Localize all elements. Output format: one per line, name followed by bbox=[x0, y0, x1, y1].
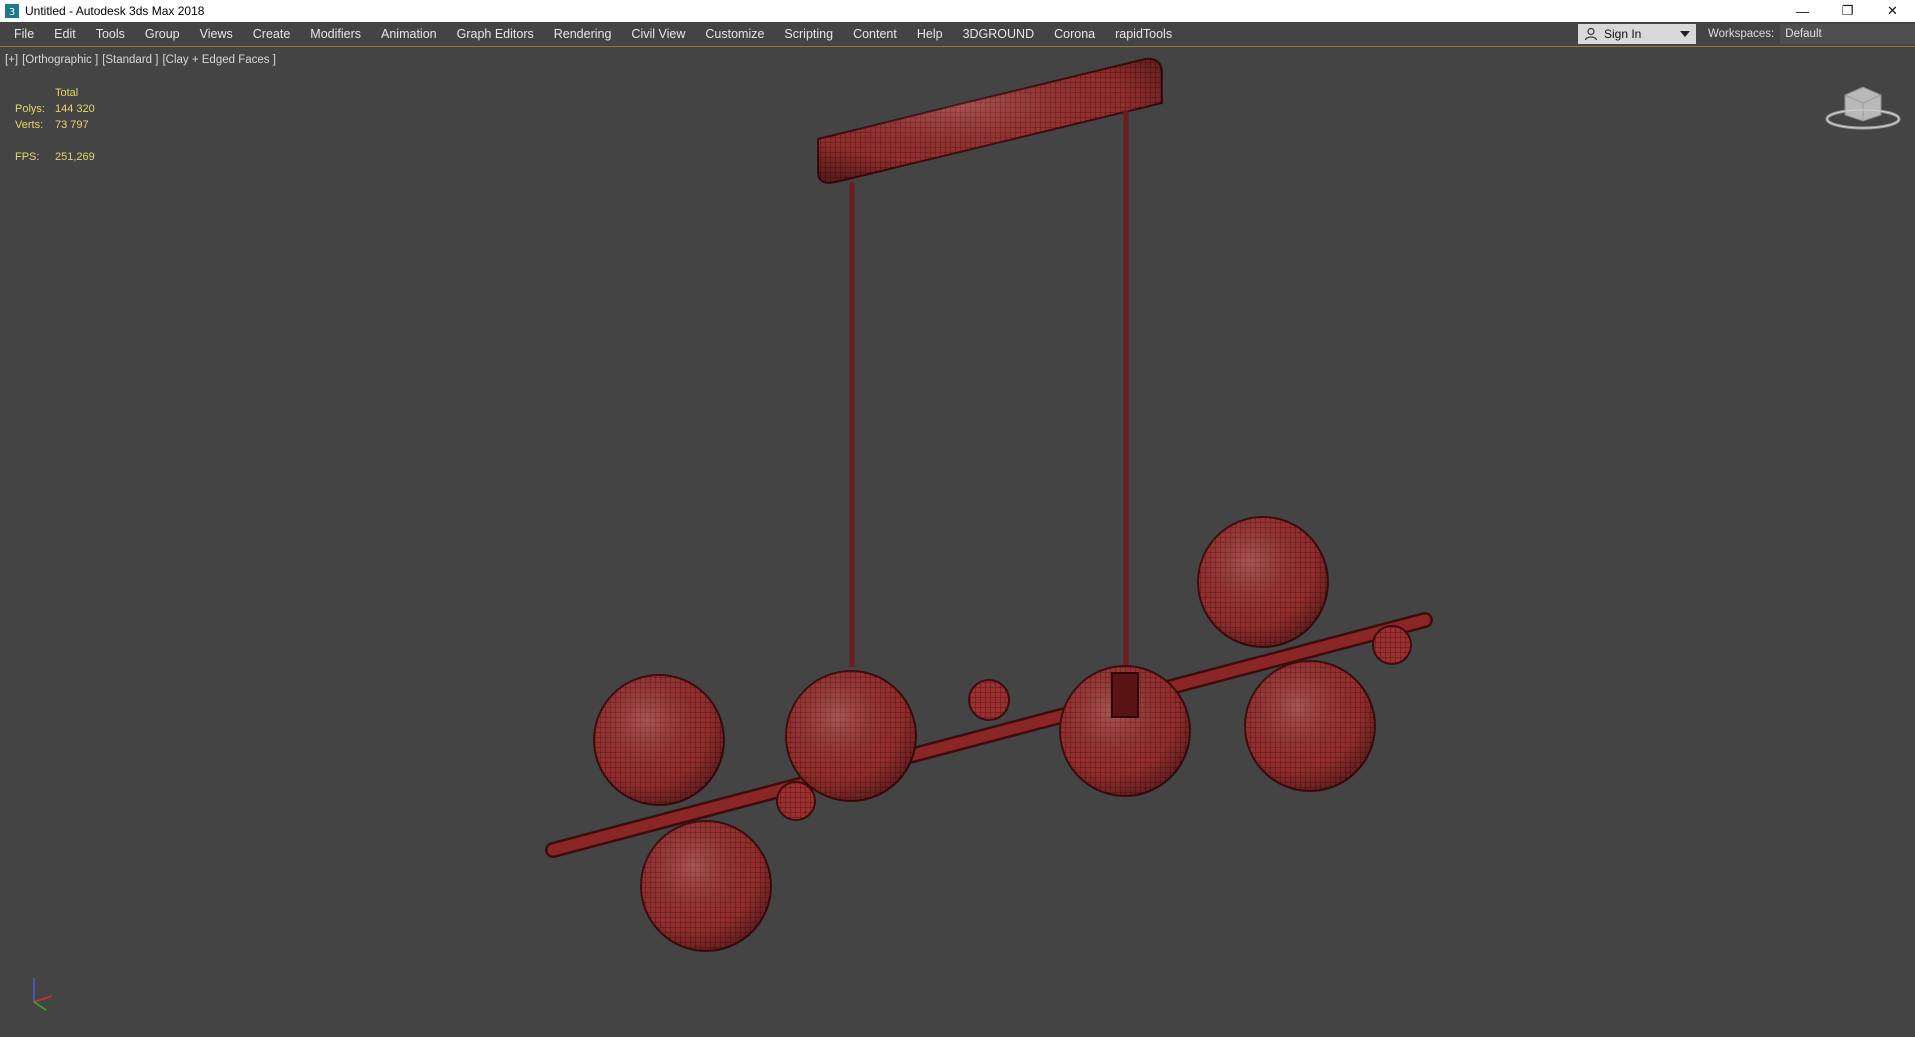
menu-views[interactable]: Views bbox=[192, 22, 245, 46]
polys-label: Polys: bbox=[15, 103, 45, 115]
glass-globe bbox=[593, 674, 725, 806]
viewport-shading-standard[interactable]: [Standard ] bbox=[102, 54, 158, 66]
viewport-menu-plus[interactable]: [+] bbox=[5, 54, 18, 66]
chevron-down-icon bbox=[1680, 31, 1690, 37]
viewport-display-mode[interactable]: [Clay + Edged Faces ] bbox=[162, 54, 275, 66]
perspective-viewport[interactable]: [+] [Orthographic ] [Standard ] [Clay + Edg… bbox=[0, 47, 1915, 1037]
glass-globe bbox=[1197, 516, 1329, 648]
menu-scripting[interactable]: Scripting bbox=[776, 22, 845, 46]
workspaces-value: Default bbox=[1785, 28, 1822, 40]
menu-create[interactable]: Create bbox=[245, 22, 303, 46]
menu-tools[interactable]: Tools bbox=[88, 22, 137, 46]
menu-customize[interactable]: Customize bbox=[697, 22, 776, 46]
3dsmax-app-icon: 3 bbox=[5, 4, 19, 18]
menu-group[interactable]: Group bbox=[137, 22, 192, 46]
menu-items: File Edit Tools Group Views Create Modifiers An… bbox=[0, 22, 1184, 46]
svg-text:3: 3 bbox=[9, 7, 15, 18]
axis-tripod-icon bbox=[33, 978, 53, 1011]
fps-value: 251,269 bbox=[55, 151, 95, 163]
menu-civil-view[interactable]: Civil View bbox=[623, 22, 697, 46]
verts-label: Verts: bbox=[15, 119, 44, 131]
title-bar: 3 Untitled - Autodesk 3ds Max 2018 — ❐ ✕ bbox=[0, 0, 1915, 22]
viewport-view-type[interactable]: [Orthographic ] bbox=[22, 54, 98, 66]
stats-header: Total bbox=[55, 87, 79, 99]
glass-globe bbox=[1244, 660, 1376, 792]
sign-in-dropdown[interactable]: Sign In bbox=[1578, 24, 1696, 44]
menu-modifiers[interactable]: Modifiers bbox=[302, 22, 373, 46]
center-connector bbox=[1111, 672, 1139, 718]
menu-3dground[interactable]: 3DGROUND bbox=[955, 22, 1047, 46]
polys-value: 144 320 bbox=[55, 103, 95, 115]
ceiling-canopy bbox=[817, 57, 1163, 184]
viewport-label[interactable]: [+] [Orthographic ] [Standard ] [Clay + Edg… bbox=[5, 54, 280, 66]
workspaces-control: Workspaces: Default bbox=[1708, 24, 1915, 44]
user-icon bbox=[1584, 27, 1598, 41]
fps-label: FPS: bbox=[15, 151, 40, 163]
close-icon[interactable]: ✕ bbox=[1870, 0, 1915, 22]
menu-rapidtools[interactable]: rapidTools bbox=[1107, 22, 1184, 46]
restore-icon[interactable]: ❐ bbox=[1825, 0, 1870, 22]
menu-corona[interactable]: Corona bbox=[1046, 22, 1107, 46]
window-title: Untitled - Autodesk 3ds Max 2018 bbox=[25, 4, 205, 18]
menu-file[interactable]: File bbox=[6, 22, 46, 46]
menu-rendering[interactable]: Rendering bbox=[546, 22, 624, 46]
scene-canvas[interactable] bbox=[0, 47, 1915, 1037]
glass-globe bbox=[640, 820, 772, 952]
workspaces-label: Workspaces: bbox=[1708, 28, 1775, 40]
menu-edit[interactable]: Edit bbox=[46, 22, 88, 46]
menu-graph-editors[interactable]: Graph Editors bbox=[449, 22, 546, 46]
viewcube-icon[interactable] bbox=[1823, 77, 1903, 137]
verts-value: 73 797 bbox=[55, 119, 89, 131]
minimize-icon[interactable]: — bbox=[1780, 0, 1825, 22]
sign-in-label: Sign In bbox=[1604, 27, 1642, 41]
workspaces-select[interactable]: Default bbox=[1780, 24, 1915, 44]
menu-help[interactable]: Help bbox=[909, 22, 955, 46]
menu-animation[interactable]: Animation bbox=[373, 22, 449, 46]
scene-statistics: Total Polys: 144 320 Verts: 73 797 FPS: 251… bbox=[15, 85, 95, 165]
menu-content[interactable]: Content bbox=[845, 22, 909, 46]
glass-globe bbox=[785, 670, 917, 802]
